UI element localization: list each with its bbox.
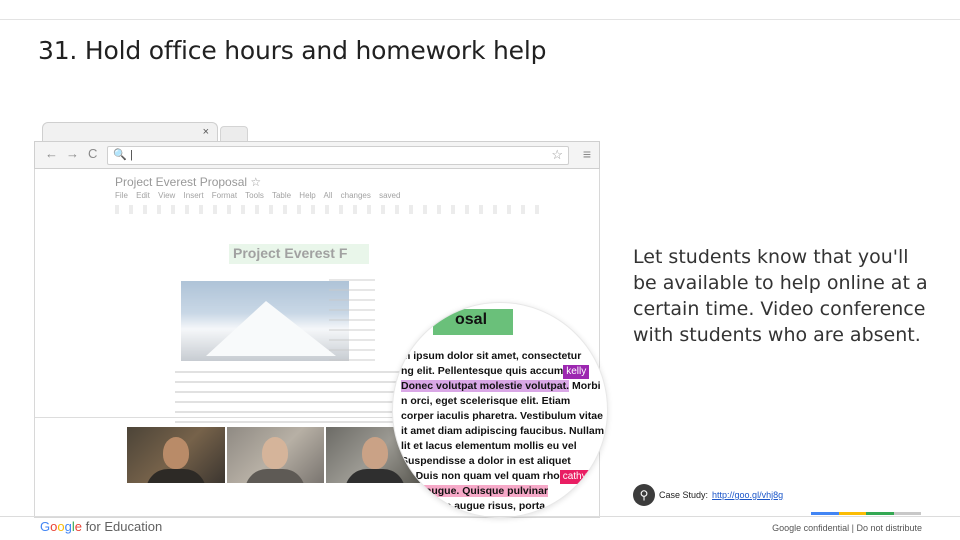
magnified-text-segment: corper iaculis pharetra. Vestibulum vita…	[401, 410, 603, 422]
slide-title: 31. Hold office hours and homework help	[38, 36, 547, 65]
magnified-text-line: rit. Mauris augue risus, porta	[401, 499, 607, 514]
forward-arrow-icon[interactable]: →	[66, 146, 79, 161]
magnified-heading: osal	[433, 309, 513, 335]
reload-icon[interactable]: C	[88, 146, 97, 161]
magnified-text-line: m ipsum dolor sit amet, consectetur	[401, 349, 607, 364]
google-for-education-logo: Google for Education	[40, 519, 163, 534]
document-heading: Project Everest F	[229, 244, 369, 264]
side-text-lines	[329, 279, 375, 369]
search-icon: ⚲	[633, 484, 655, 506]
magnified-text-segment: Donec volutpat molestie volutpat.	[401, 380, 570, 392]
browser-window: × ← → C 🔍 | ☆ ≡ Project Everest Proposal…	[34, 122, 608, 518]
bottom-divider	[0, 516, 960, 517]
magnified-text-segment: la. Duis non quam vel quam rho	[401, 470, 560, 482]
magnified-text-line: Donec volutpat molestie volutpat. Morbi	[401, 379, 607, 394]
magnified-text: m ipsum dolor sit amet, consectetur ng el…	[401, 349, 607, 517]
magnified-text-suffix: Morbi	[569, 380, 601, 392]
back-arrow-icon[interactable]: ←	[45, 146, 58, 161]
case-study: ⚲ Case Study: http://goo.gl/vhj8g	[633, 484, 783, 506]
accent-blue	[811, 512, 839, 515]
case-study-link[interactable]: http://goo.gl/vhj8g	[712, 490, 783, 500]
magnified-text-line: n orci, eget scelerisque elit. Etiam	[401, 394, 607, 409]
close-icon[interactable]: ×	[203, 126, 209, 138]
magnified-text-segment: n orci, eget scelerisque elit. Etiam	[401, 395, 571, 407]
magnified-text-segment: eget augue. Quisque pulvinar	[401, 485, 549, 497]
accent-yellow	[838, 512, 866, 515]
slide-description: Let students know that you'll be availab…	[633, 246, 928, 346]
collaborator-cursor-label: kelly	[563, 365, 590, 379]
magnified-text-line: Suspendisse a dolor in est aliquet	[401, 454, 607, 469]
magnified-text-line: it amet diam adipiscing faucibus. Nullam	[401, 424, 607, 439]
magnified-text-line: eget augue. Quisque pulvinar	[401, 484, 607, 499]
magnified-text-line: ng elit. Pellentesque quis accum kelly	[401, 364, 607, 379]
accent-gray	[893, 512, 921, 515]
magnified-text-segment: m ipsum dolor sit amet, consectetur	[401, 350, 582, 362]
magnified-text-line: lit et lacus elementum mollis eu vel	[401, 439, 607, 454]
search-icon: 🔍	[113, 149, 127, 161]
magnified-text-segment: ng elit. Pellentesque quis accum	[401, 365, 564, 377]
browser-toolbar: ← → C 🔍 | ☆ ≡	[34, 141, 600, 169]
magnified-text-segment: Suspendisse a dolor in est aliquet	[401, 455, 571, 467]
magnified-text-line: la. Duis non quam vel quam rho cathy	[401, 469, 607, 484]
video-participant-1[interactable]	[127, 427, 225, 483]
accent-green	[866, 512, 894, 515]
address-bar[interactable]: 🔍 | ☆	[107, 146, 569, 165]
top-divider	[0, 19, 960, 20]
case-study-label: Case Study:	[659, 490, 709, 500]
collaborator-cursor-label: cathy	[559, 470, 590, 484]
confidential-note: Google confidential | Do not distribute	[772, 523, 922, 533]
docs-format-toolbar	[115, 205, 545, 214]
magnified-collaboration-view: osal m ipsum dolor sit amet, consectetur…	[392, 302, 608, 518]
magnified-text-segment: rit. Mauris augue risus, porta	[401, 500, 546, 512]
bookmark-star-icon[interactable]: ☆	[551, 147, 563, 163]
browser-menu-icon[interactable]: ≡	[583, 146, 591, 162]
mountain-image	[181, 281, 349, 361]
magnified-text-segment: it amet diam adipiscing faucibus. Nullam	[401, 425, 605, 437]
browser-tab[interactable]: ×	[42, 122, 218, 142]
document-title: Project Everest Proposal ☆	[115, 175, 262, 189]
new-tab-button[interactable]	[220, 126, 248, 142]
magnified-text-segment: lit et lacus elementum mollis eu vel	[401, 440, 577, 452]
address-text: |	[130, 149, 133, 161]
video-participant-2[interactable]	[226, 427, 324, 483]
docs-menu-bar: File Edit View Insert Format Tools Table…	[115, 191, 401, 200]
magnified-text-line: corper iaculis pharetra. Vestibulum vita…	[401, 409, 607, 424]
accent-color-bar	[811, 512, 921, 515]
